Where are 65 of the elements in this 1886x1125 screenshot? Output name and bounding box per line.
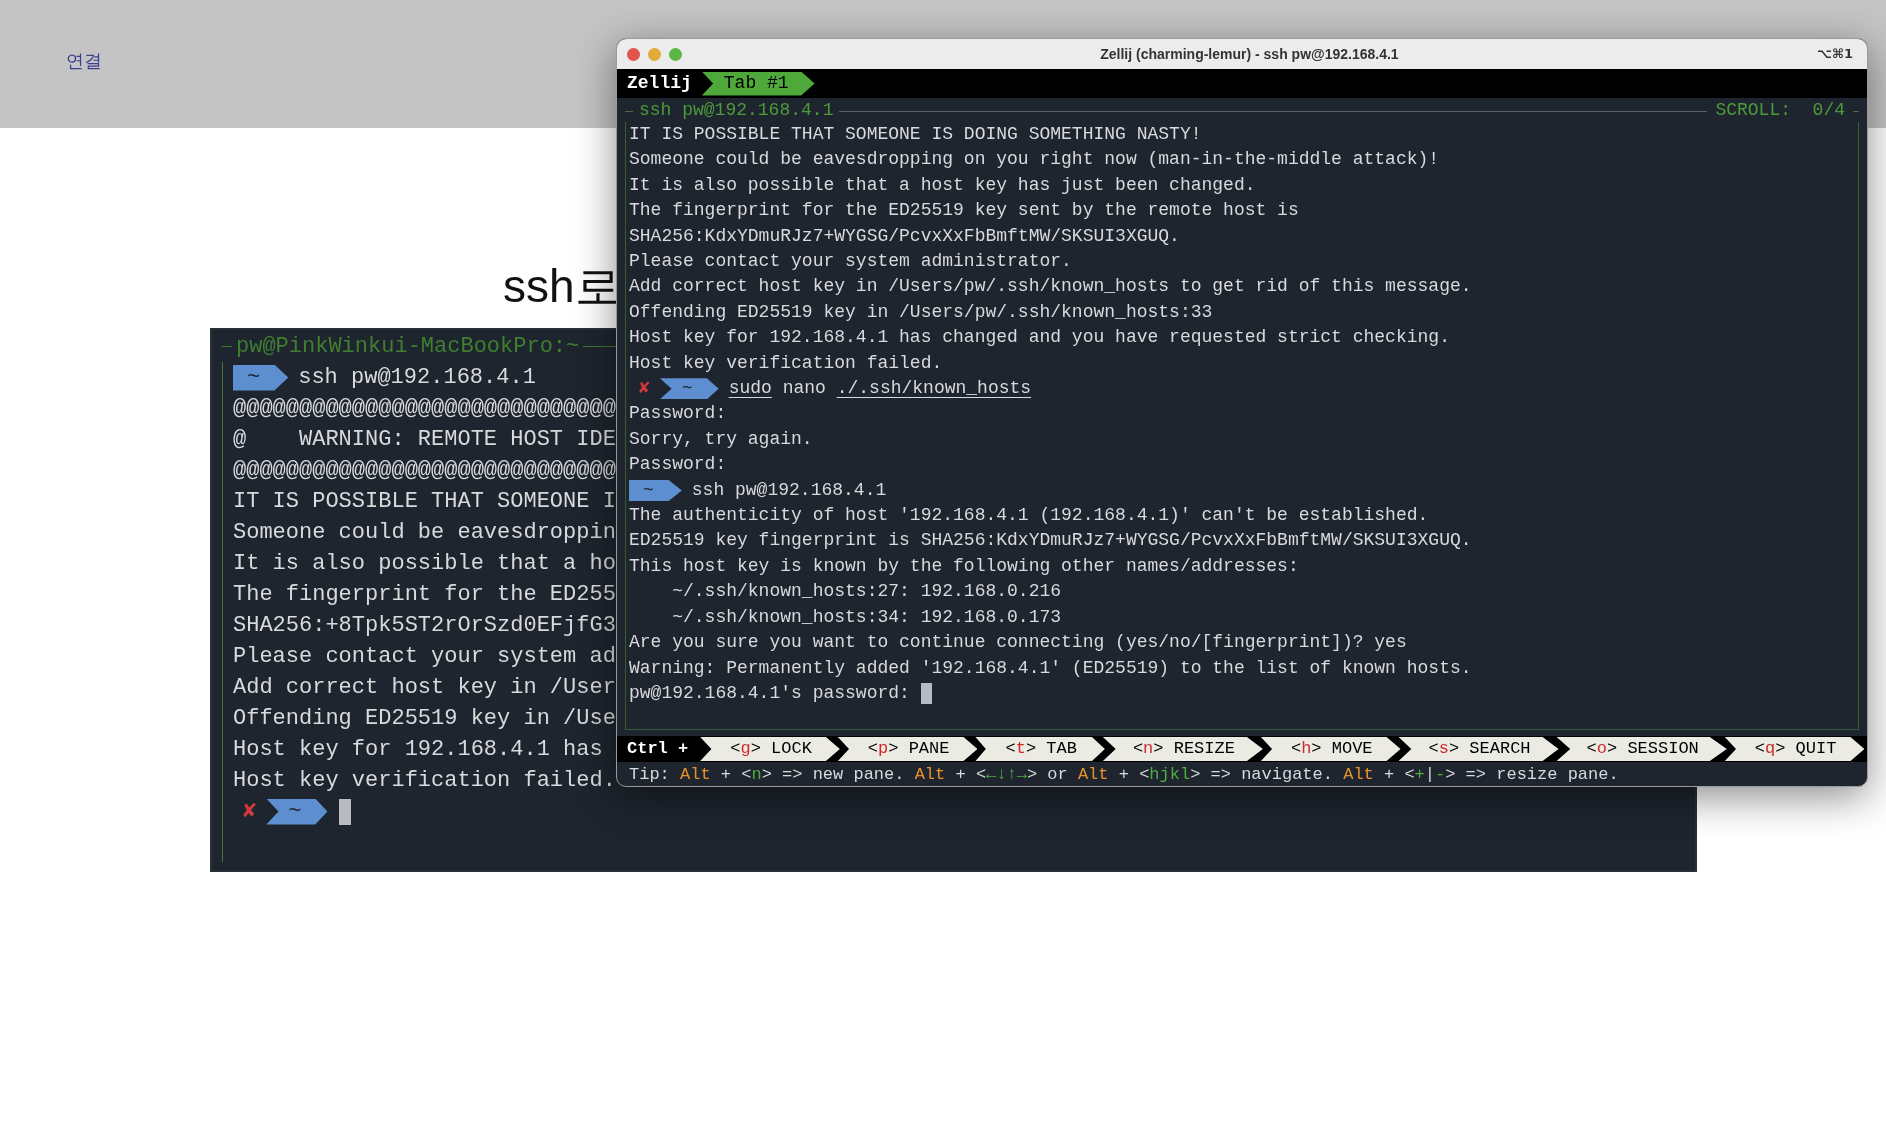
output-line: IT IS POSSIBLE THAT SOMEONE I — [233, 488, 616, 516]
output-line: Host key for 192.168.4.1 has changed and you have requested strict checking. — [629, 326, 1450, 350]
shortcut-key[interactable]: <h> MOVE — [1260, 737, 1401, 761]
output-line: Someone could be eavesdropping on you right now (man-in-the-middle attack)! — [629, 148, 1440, 172]
shortcut-label: ⌥⌘1 — [1816, 45, 1854, 64]
output-line: The authenticity of host '192.168.4.1 (192.168.4.1)' can't be established. — [629, 504, 1429, 528]
output-line: Offending ED25519 key in /Users/pw/.ssh/known_hosts:33 — [629, 300, 1213, 324]
prompt-segment: ~ — [233, 364, 289, 391]
command-text: ssh pw@192.168.4.1 — [691, 478, 887, 502]
shortcut-key[interactable]: <s> SEARCH — [1398, 737, 1559, 761]
zoom-button[interactable] — [669, 47, 682, 61]
output-line: ED25519 key fingerprint is SHA256:KdxYDmuRJz7+WYGSG/PcvxXxFbBmftMW/SKSUI3XGUQ. — [629, 529, 1472, 553]
output-line: SHA256:KdxYDmuRJz7+WYGSG/PcvxXxFbBmftMW/SKSUI3XGUQ. — [629, 224, 1180, 248]
shortcut-key[interactable]: <t> TAB — [975, 737, 1105, 761]
output-line: The fingerprint for the ED255 — [233, 581, 616, 609]
output-line: Host key verification failed. — [629, 351, 943, 375]
output-line: The fingerprint for the ED25519 key sent by the remote host is — [629, 199, 1299, 223]
output-line: It is also possible that a ho — [233, 550, 616, 578]
command-text: sudo nano ./.ssh/known_hosts — [728, 377, 1032, 401]
output-line: Please contact your system administrator. — [629, 250, 1072, 274]
modifier-label: Ctrl + — [626, 738, 690, 761]
close-button[interactable] — [627, 47, 640, 61]
output-line: @ WARNING: REMOTE HOST IDE — [233, 426, 616, 454]
shortcut-key[interactable]: <n> RESIZE — [1102, 737, 1263, 761]
output-line: Warning: Permanently added '192.168.4.1' (ED25519) to the list of known hosts. — [629, 656, 1472, 680]
output-line: @@@@@@@@@@@@@@@@@@@@@@@@@@@@@ — [233, 457, 616, 485]
output-line: Password: — [629, 402, 727, 426]
output-line: Add correct host key in /Users/pw/.ssh/known_hosts to get rid of this message. — [629, 275, 1472, 299]
scroll-indicator: SCROLL: 0/4 — [1714, 99, 1846, 123]
shortcut-key[interactable]: <q> QUIT — [1724, 737, 1865, 761]
output-line: Host key verification failed. — [233, 767, 616, 795]
output-line: Sorry, try again. — [629, 427, 813, 451]
prompt-segment: ~ — [659, 378, 719, 400]
output-line: It is also possible that a host key has just been changed. — [629, 173, 1256, 197]
output-line: SHA256:+8Tpk5ST2rOrSzd0EFjfG3 — [233, 612, 616, 640]
shortcut-key[interactable]: <o> SESSION — [1556, 737, 1727, 761]
output-line: Are you sure you want to continue connecting (yes/no/[fingerprint])? yes — [629, 631, 1407, 655]
prompt-segment: ~ — [266, 798, 328, 825]
error-mark: ✘ — [638, 377, 651, 401]
tip-line: Tip: Alt + <n> => new pane. Alt + <←↓↑→> or Alt + <hjkl> => navigate. Alt + <+|-> => resize pane. — [629, 764, 1619, 786]
app-name: Zellij — [627, 72, 693, 95]
output-line: IT IS POSSIBLE THAT SOMEONE IS DOING SOMETHING NASTY! — [629, 123, 1202, 146]
shortcut-key[interactable]: <p> PANE — [837, 737, 978, 761]
shortcut-key[interactable]: <g> LOCK — [700, 737, 840, 761]
output-line: Someone could be eavesdroppin — [233, 519, 616, 547]
window-title: Zellij (charming-lemur) - ssh pw@192.168.4.1 — [1099, 44, 1400, 64]
output-line: ~/.ssh/known_hosts:27: 192.168.0.216 — [671, 580, 1062, 604]
tab[interactable]: Tab #1 — [701, 71, 815, 96]
password-prompt: pw@192.168.4.1's password: — [629, 681, 911, 705]
output-line: ~/.ssh/known_hosts:34: 192.168.0.173 — [671, 605, 1062, 629]
pane-title: pw@PinkWinkui-MacBookPro:~ — [235, 333, 581, 361]
output-line: Offending ED25519 key in /Use — [233, 705, 616, 733]
output-line: @@@@@@@@@@@@@@@@@@@@@@@@@@@@@ — [233, 395, 616, 423]
prompt-segment: ~ — [629, 479, 682, 501]
output-line: Please contact your system ad — [233, 643, 616, 671]
output-line: Host key for 192.168.4.1 has — [233, 736, 603, 764]
output-line: Password: — [629, 453, 727, 477]
page-heading: ssh로 — [503, 259, 621, 314]
error-mark: ✘ — [242, 798, 258, 826]
connect-link[interactable]: 연결 — [66, 51, 102, 71]
output-line: Add correct host key in /User — [233, 674, 616, 702]
output-line: This host key is known by the following other names/addresses: — [629, 554, 1299, 578]
pane-title: ssh pw@192.168.4.1 — [638, 99, 835, 123]
minimize-button[interactable] — [648, 47, 661, 61]
command-text: ssh pw@192.168.4.1 — [298, 364, 536, 392]
